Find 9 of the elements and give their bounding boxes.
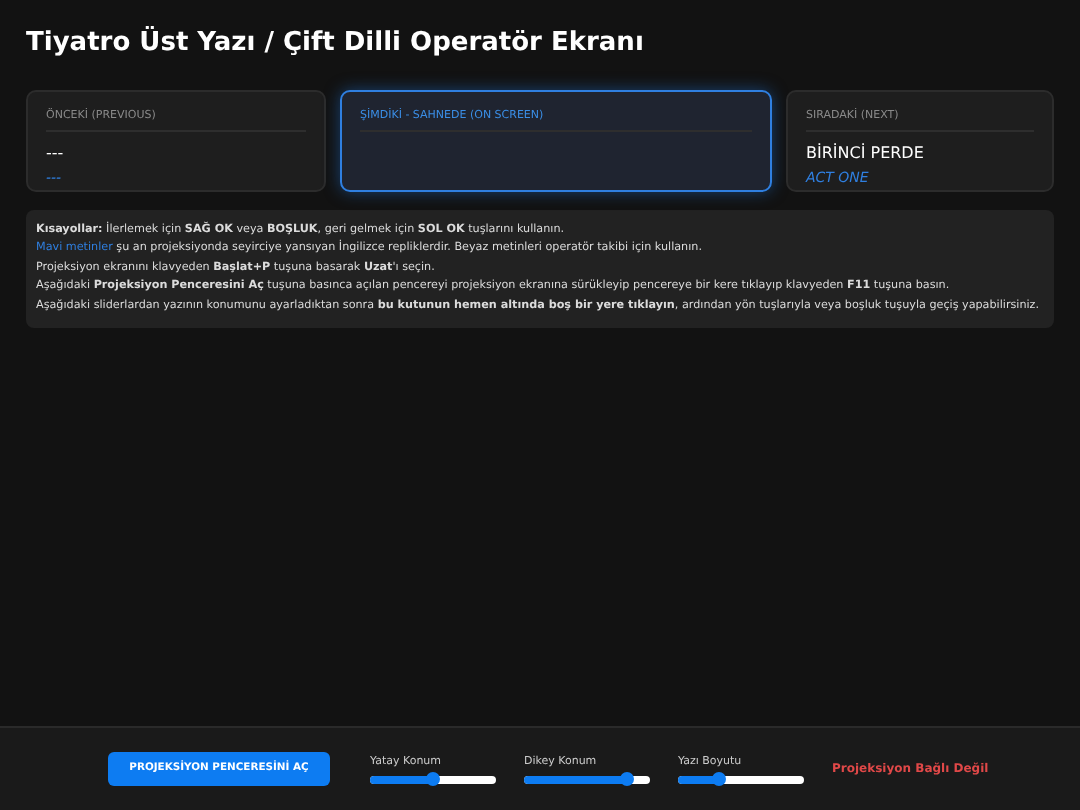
- slider-thumb[interactable]: [426, 772, 440, 787]
- original-line: ---: [46, 141, 66, 166]
- slider-thumb[interactable]: [620, 772, 635, 787]
- slider-track[interactable]: [370, 776, 496, 785]
- slider-track[interactable]: [678, 776, 804, 785]
- slider-thumb[interactable]: [711, 772, 726, 787]
- original-line: BİRİNCİ PERDE: [806, 141, 926, 166]
- slider-track[interactable]: [524, 776, 650, 785]
- page-title: Tiyatro Üst Yazı / Çift Dilli Operatör Ekranı: [26, 24, 646, 62]
